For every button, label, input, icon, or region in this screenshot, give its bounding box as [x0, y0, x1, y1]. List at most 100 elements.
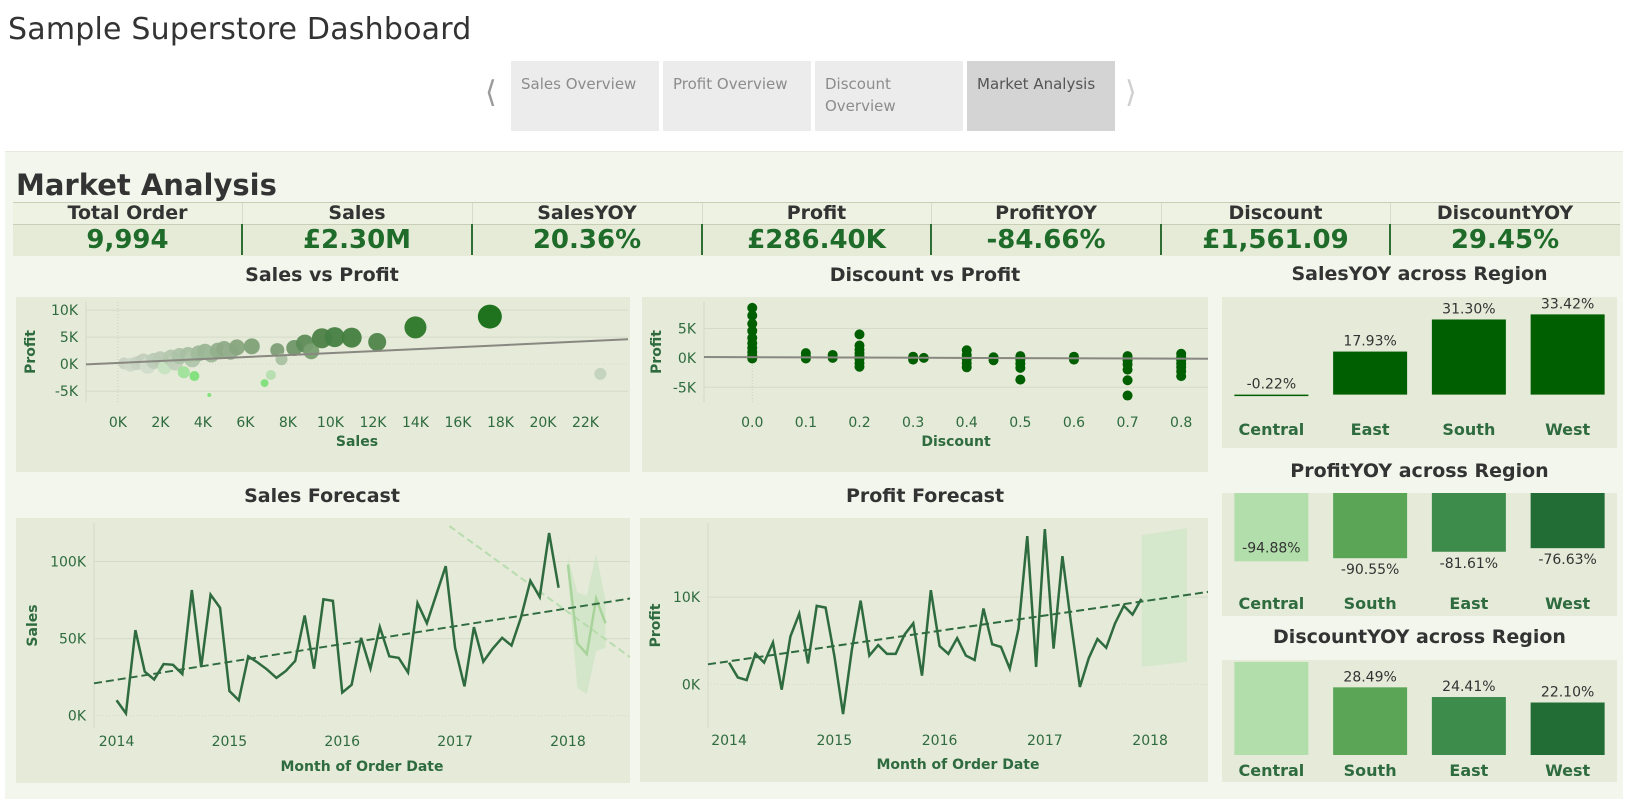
kpi-value: £1,561.09 — [1161, 224, 1390, 256]
kpi-label: Profit — [786, 202, 847, 224]
y-tick-label: 50K — [59, 632, 87, 648]
x-tick-label: 2018 — [550, 734, 586, 750]
scatter-point — [1122, 364, 1133, 375]
kpi-value: 20.36% — [472, 224, 702, 256]
y-tick-label: 0K — [68, 709, 87, 725]
kpi-divider — [701, 224, 703, 255]
category-label: East — [1351, 420, 1390, 439]
scatter-point — [228, 339, 245, 356]
x-tick-label: 0.2 — [848, 415, 870, 431]
nav-next-button[interactable]: ⟩ — [1125, 78, 1137, 108]
scatter-point — [961, 362, 972, 373]
x-tick-label: 4K — [194, 415, 213, 431]
discount-vs-profit-chart: -5K 0K 5K 0.0 0.1 0.2 0.3 0.4 0.5 0.6 0.7 0.8 Discou… — [642, 297, 1208, 472]
x-tick-label: 2K — [151, 415, 170, 431]
category-label: South — [1442, 420, 1495, 439]
x-axis-label: Discount — [921, 434, 991, 450]
scatter-point — [189, 371, 200, 382]
bar — [1431, 319, 1506, 395]
scatter-point — [260, 379, 269, 388]
scatter-point — [1015, 362, 1026, 373]
x-tick-label: 2014 — [711, 733, 747, 749]
y-tick-label: 5K — [60, 330, 79, 346]
scatter-point — [341, 327, 362, 348]
scatter-point — [1015, 374, 1026, 385]
tab-discount-overview[interactable]: Discount Overview — [815, 61, 963, 131]
data-label: 31.30% — [1442, 301, 1495, 317]
chart-title-discount-vs-profit: Discount vs Profit — [829, 264, 1021, 286]
x-tick-label: 2017 — [1027, 733, 1063, 749]
chart-title-profit-forecast: Profit Forecast — [845, 485, 1005, 507]
profit-forecast-chart: 0K 10K 2014 2015 2016 2017 2018 Month of Order … — [640, 518, 1208, 782]
scatter-point — [1122, 375, 1133, 386]
x-tick-label: 18K — [487, 415, 515, 431]
category-label: West — [1545, 594, 1590, 613]
x-tick-label: 0.7 — [1116, 415, 1138, 431]
x-axis-label: Month of Order Date — [281, 759, 444, 775]
bar — [1431, 493, 1506, 552]
x-tick-label: 14K — [402, 415, 430, 431]
y-tick-label: -5K — [55, 384, 79, 400]
kpi-value: 29.45% — [1390, 224, 1620, 256]
x-tick-label: 10K — [317, 415, 345, 431]
kpi-divider — [702, 203, 703, 224]
x-tick-label: 0.5 — [1009, 415, 1031, 431]
tab-market-analysis[interactable]: Market Analysis — [967, 61, 1115, 131]
x-tick-label: 22K — [572, 415, 600, 431]
scatter-point — [207, 392, 212, 397]
kpi-sales: Sales £2.30M — [242, 203, 472, 256]
scatter-point — [177, 366, 190, 379]
profit-yoy-region-chart: -94.88% Central -90.55% South -81.61% East -76… — [1222, 493, 1617, 616]
scatter-point — [988, 355, 999, 366]
x-tick-label: 0.1 — [795, 415, 817, 431]
dashboard-title: Market Analysis — [16, 168, 277, 202]
chart-title-sales-vs-profit: Sales vs Profit — [245, 264, 399, 286]
tab-sales-overview[interactable]: Sales Overview — [511, 61, 659, 131]
category-label: West — [1545, 420, 1590, 439]
kpi-discount: Discount £1,561.09 — [1161, 202, 1390, 256]
data-label: -81.61% — [1440, 556, 1498, 572]
category-label: West — [1545, 761, 1590, 780]
y-axis-label: Profit — [649, 330, 665, 374]
kpi-divider — [1389, 224, 1391, 255]
scatter-point — [594, 367, 607, 380]
x-tick-label: 12K — [359, 415, 387, 431]
x-tick-label: 2018 — [1132, 733, 1168, 749]
kpi-divider — [1161, 203, 1162, 224]
category-label: South — [1344, 594, 1397, 613]
kpi-value: 9,994 — [13, 224, 242, 256]
bar — [1234, 661, 1309, 755]
chevron-left-icon: ⟨ — [485, 75, 497, 110]
kpi-profit: Profit £286.40K — [702, 202, 931, 256]
discount-yoy-region-chart: 39.20%Central28.49%South24.41%East22.10%… — [1222, 660, 1617, 782]
kpi-divider — [931, 203, 932, 224]
scatter-point — [800, 353, 811, 364]
sales-forecast-chart: 0K 50K 100K 2014 2015 2016 2017 2018 Month of Or… — [16, 518, 630, 783]
kpi-divider — [472, 203, 473, 224]
x-tick-label: 20K — [529, 415, 557, 431]
bar — [1333, 687, 1408, 755]
kpi-label: Discount — [1228, 202, 1323, 224]
y-tick-label: 100K — [50, 555, 87, 571]
category-label: Central — [1238, 420, 1304, 439]
x-axis-label: Month of Order Date — [877, 757, 1040, 773]
x-tick-label: 2017 — [437, 734, 473, 750]
x-tick-label: 8K — [279, 415, 298, 431]
app-title: Sample Superstore Dashboard — [8, 12, 472, 47]
kpi-value: -84.66% — [931, 224, 1161, 256]
y-tick-label: 0K — [60, 357, 79, 373]
nav-prev-button[interactable]: ⟨ — [485, 78, 497, 108]
scatter-point — [243, 338, 260, 355]
tab-profit-overview[interactable]: Profit Overview — [663, 61, 811, 131]
bar — [1530, 493, 1605, 549]
category-label: East — [1449, 594, 1488, 613]
data-label: 24.41% — [1442, 679, 1495, 695]
y-tick-label: 10K — [673, 590, 701, 606]
category-label: South — [1344, 761, 1397, 780]
kpi-value: £286.40K — [702, 224, 931, 256]
y-axis-label: Profit — [23, 330, 39, 374]
scatter-point — [265, 369, 276, 380]
x-tick-label: 0K — [109, 415, 128, 431]
data-label: 28.49% — [1343, 669, 1396, 685]
data-label: 22.10% — [1541, 685, 1594, 701]
